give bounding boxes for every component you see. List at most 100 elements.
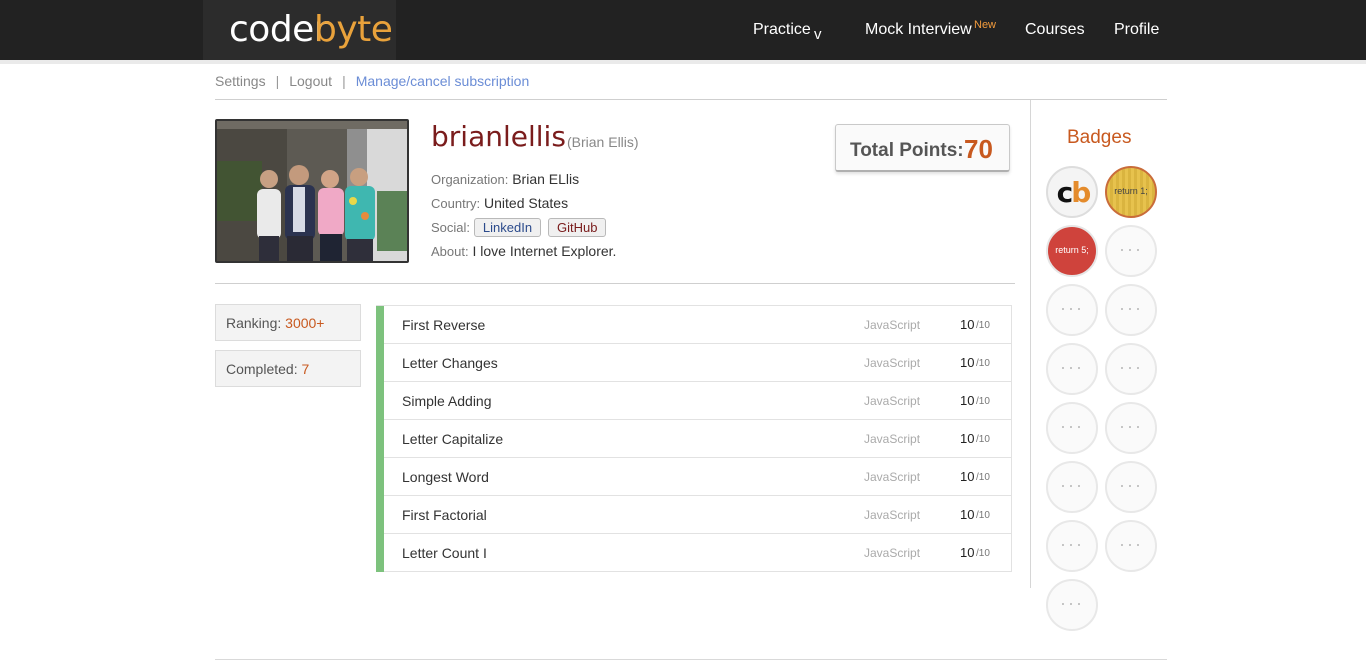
- badge-locked: ···: [1046, 402, 1098, 454]
- github-button[interactable]: GitHub: [547, 218, 607, 237]
- link-separator: |: [342, 73, 346, 89]
- challenge-score: 10: [960, 393, 975, 408]
- challenge-row[interactable]: First Reverse JavaScript 10 /10: [376, 306, 1012, 344]
- challenge-row[interactable]: Longest Word JavaScript 10 /10: [376, 458, 1012, 496]
- coderbyte-logo[interactable]: coder byte: [203, 0, 396, 60]
- completed-indicator: [376, 382, 384, 420]
- nav-profile[interactable]: Profile: [1114, 21, 1159, 39]
- ellipsis-icon: ···: [1119, 239, 1143, 259]
- total-points-label: Total Points:: [850, 140, 964, 161]
- link-separator: |: [275, 73, 280, 89]
- badge-locked: ···: [1105, 520, 1157, 572]
- nav-courses[interactable]: Courses: [1025, 21, 1085, 39]
- logo-text-byte: byte: [314, 9, 393, 50]
- ellipsis-icon: ···: [1119, 416, 1143, 436]
- completed-indicator: [376, 534, 384, 572]
- ellipsis-icon: ···: [1060, 534, 1084, 554]
- challenge-language: JavaScript: [864, 470, 921, 484]
- footer-divider: [215, 659, 1167, 660]
- ranking-value: 3000+: [285, 315, 325, 331]
- logout-link[interactable]: Logout: [289, 73, 332, 89]
- profile-photo-image: [217, 121, 407, 261]
- completed-indicator: [376, 496, 384, 534]
- total-points-box: Total Points: 70: [835, 124, 1010, 172]
- profile-photo: [215, 119, 409, 263]
- ellipsis-icon: ···: [1119, 357, 1143, 377]
- badge-locked: ···: [1105, 225, 1157, 277]
- challenge-score: 10: [960, 431, 975, 446]
- challenge-name[interactable]: Longest Word: [402, 469, 489, 485]
- challenge-score-max: /10: [976, 396, 990, 407]
- completed-indicator: [376, 420, 384, 458]
- challenge-score: 10: [960, 545, 975, 560]
- badge-label: return 1;: [1114, 186, 1148, 196]
- ellipsis-icon: ···: [1060, 298, 1084, 318]
- challenge-name[interactable]: Letter Count I: [402, 545, 487, 561]
- ellipsis-icon: ···: [1119, 475, 1143, 495]
- badge-coderbyte[interactable]: cb: [1046, 166, 1098, 218]
- challenge-row[interactable]: Simple Adding JavaScript 10 /10: [376, 382, 1012, 420]
- challenge-name[interactable]: Simple Adding: [402, 393, 492, 409]
- about-value: I love Internet Explorer.: [472, 243, 617, 259]
- challenge-row[interactable]: Letter Changes JavaScript 10 /10: [376, 344, 1012, 382]
- country-label: Country:: [431, 196, 481, 211]
- badge-locked: ···: [1105, 402, 1157, 454]
- country-row: Country: United States: [431, 195, 568, 211]
- challenge-name[interactable]: First Reverse: [402, 317, 485, 333]
- challenge-language: JavaScript: [864, 546, 921, 560]
- real-name: (Brian Ellis): [567, 134, 639, 150]
- badge-locked: ···: [1046, 461, 1098, 513]
- completed-value: 7: [301, 361, 310, 377]
- chevron-down-icon[interactable]: v: [814, 26, 822, 43]
- ellipsis-icon: ···: [1060, 475, 1084, 495]
- completed-indicator: [376, 458, 384, 496]
- badge-locked: ···: [1046, 284, 1098, 336]
- challenge-score: 10: [960, 355, 975, 370]
- sidebar-divider: [1030, 100, 1031, 588]
- badge-label: return 5;: [1055, 245, 1089, 255]
- nav-mock-interview[interactable]: Mock Interview: [865, 21, 972, 39]
- challenge-list: First Reverse JavaScript 10 /10 Letter C…: [376, 305, 1012, 572]
- settings-link[interactable]: Settings: [215, 73, 266, 89]
- challenge-name[interactable]: First Factorial: [402, 507, 487, 523]
- challenge-row[interactable]: First Factorial JavaScript 10 /10: [376, 496, 1012, 534]
- challenge-score: 10: [960, 507, 975, 522]
- completed-indicator: [376, 306, 384, 344]
- challenge-score: 10: [960, 317, 975, 332]
- challenge-score-max: /10: [976, 358, 990, 369]
- linkedin-button[interactable]: LinkedIn: [473, 218, 542, 237]
- badge-locked: ···: [1046, 579, 1098, 631]
- badge-locked: ···: [1105, 284, 1157, 336]
- challenge-score: 10: [960, 469, 975, 484]
- challenge-score-max: /10: [976, 472, 990, 483]
- country-value: United States: [484, 195, 569, 211]
- nav-practice[interactable]: Practice: [753, 21, 811, 39]
- organization-row: Organization: Brian ELlis: [431, 171, 579, 187]
- challenge-name[interactable]: Letter Capitalize: [402, 431, 503, 447]
- organization-value: Brian ELlis: [512, 171, 580, 187]
- badge-return-5[interactable]: return 5;: [1046, 225, 1098, 277]
- ellipsis-icon: ···: [1119, 298, 1143, 318]
- top-navbar: coder byte Practice v Mock Interview New…: [0, 0, 1366, 60]
- manage-subscription-link[interactable]: Manage/cancel subscription: [356, 73, 530, 89]
- ellipsis-icon: ···: [1119, 534, 1143, 554]
- badges-title: Badges: [1067, 127, 1132, 148]
- challenge-language: JavaScript: [864, 432, 921, 446]
- badge-locked: ···: [1046, 343, 1098, 395]
- total-points-value: 70: [964, 134, 993, 164]
- about-label: About:: [431, 244, 469, 259]
- challenge-row[interactable]: Letter Capitalize JavaScript 10 /10: [376, 420, 1012, 458]
- challenge-score-max: /10: [976, 434, 990, 445]
- completed-indicator: [376, 344, 384, 382]
- divider: [215, 99, 1167, 100]
- badge-return-1[interactable]: return 1;: [1105, 166, 1157, 218]
- challenge-row[interactable]: Letter Count I JavaScript 10 /10: [376, 534, 1012, 572]
- challenge-score-max: /10: [976, 548, 990, 559]
- coderbyte-badge-icon: cb: [1056, 176, 1092, 209]
- badge-locked: ···: [1046, 520, 1098, 572]
- ellipsis-icon: ···: [1060, 593, 1084, 613]
- challenge-language: JavaScript: [864, 508, 921, 522]
- challenge-name[interactable]: Letter Changes: [402, 355, 498, 371]
- divider: [215, 283, 1015, 284]
- social-label: Social:: [431, 220, 471, 235]
